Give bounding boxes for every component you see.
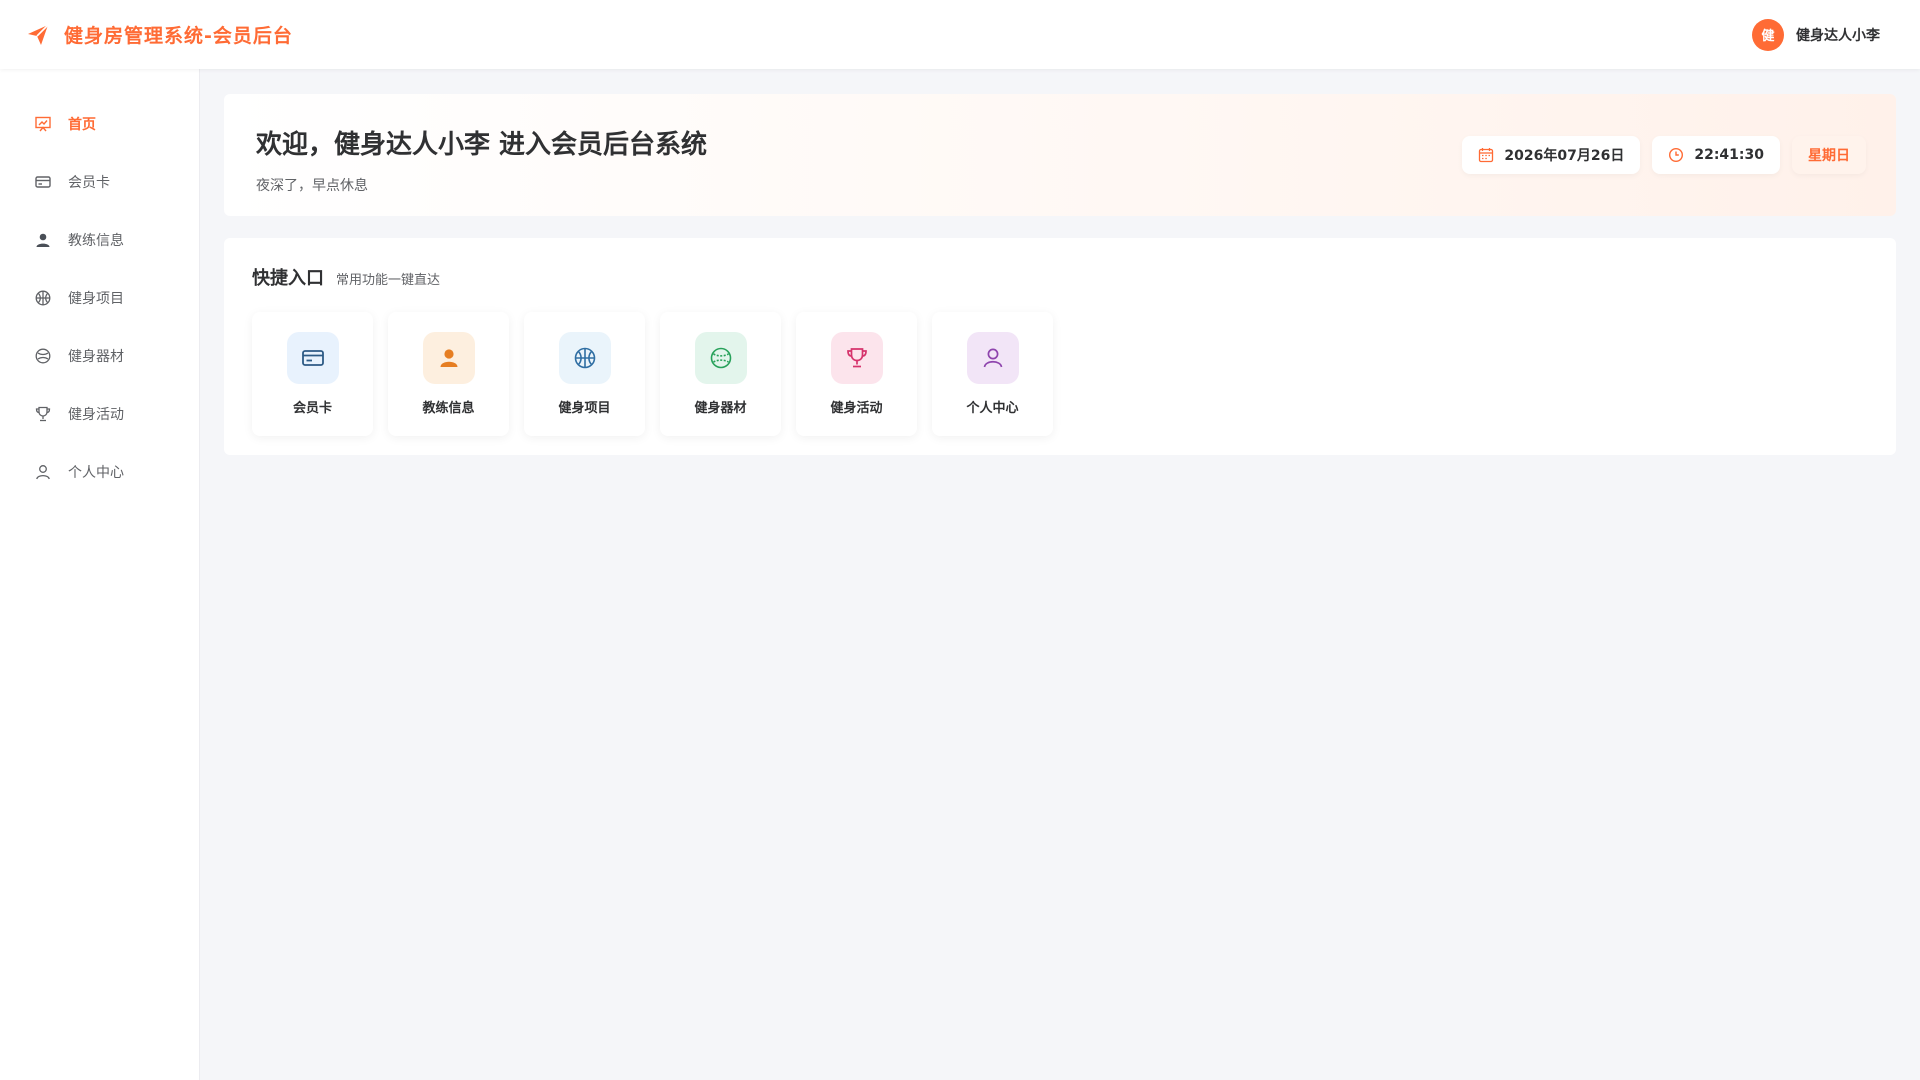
sidebar: 首页 会员卡 教练信息 健身项目 健身器材 健身活动 个人中心: [0, 69, 200, 1080]
avatar[interactable]: 健: [1752, 18, 1784, 51]
sidebar-item-label: 健身器材: [68, 349, 124, 365]
date-text: 2026年07月26日: [1504, 148, 1625, 164]
quick-access-title: 快捷入口: [252, 268, 324, 289]
ball-icon: [34, 347, 52, 365]
time-text: 22:41:30: [1694, 147, 1764, 163]
quick-tile-projects[interactable]: 健身项目: [524, 312, 645, 436]
quick-access-subtitle: 常用功能一键直达: [336, 273, 441, 288]
basketball-icon: [558, 332, 611, 384]
sidebar-item-member-card[interactable]: 会员卡: [0, 153, 199, 211]
trophy-icon: [830, 332, 883, 384]
sidebar-item-label: 健身项目: [68, 291, 124, 307]
tile-label: 会员卡: [292, 401, 332, 416]
sidebar-item-label: 首页: [68, 117, 96, 133]
quick-tile-coach[interactable]: 教练信息: [388, 312, 509, 436]
user-icon: [422, 332, 475, 384]
sidebar-item-coach[interactable]: 教练信息: [0, 211, 199, 269]
sidebar-item-label: 个人中心: [68, 465, 124, 481]
tile-label: 健身器材: [694, 401, 747, 416]
sidebar-item-home[interactable]: 首页: [0, 95, 199, 153]
user-icon: [34, 231, 52, 249]
card-icon: [34, 173, 52, 191]
calendar-icon: [1478, 147, 1494, 163]
tile-label: 健身活动: [830, 401, 883, 416]
weekday-text: 星期日: [1808, 148, 1850, 164]
sidebar-item-activities[interactable]: 健身活动: [0, 385, 199, 443]
date-chip: 2026年07月26日: [1462, 136, 1641, 174]
person-outline-icon: [34, 463, 52, 481]
datetime-group: 2026年07月26日 22:41:30 星期日: [1462, 136, 1866, 174]
main-content: 欢迎，健身达人小李 进入会员后台系统 夜深了，早点休息 2026年07月26日 …: [224, 94, 1896, 455]
card-icon: [286, 332, 339, 384]
sidebar-item-label: 健身活动: [68, 407, 124, 423]
time-chip: 22:41:30: [1652, 136, 1780, 174]
ball-icon: [694, 332, 747, 384]
quick-access-panel: 快捷入口 常用功能一键直达 会员卡 教练信息 健身项目 健身器材 健身活动 个人…: [224, 238, 1896, 455]
sidebar-item-projects[interactable]: 健身项目: [0, 269, 199, 327]
person-outline-icon: [966, 332, 1019, 384]
tile-label: 个人中心: [966, 401, 1019, 416]
tile-label: 教练信息: [422, 401, 475, 416]
trophy-icon: [34, 405, 52, 423]
user-menu[interactable]: 健 健身达人小李: [1752, 18, 1880, 51]
quick-tile-member-card[interactable]: 会员卡: [252, 312, 373, 436]
username[interactable]: 健身达人小李: [1796, 25, 1880, 45]
welcome-banner: 欢迎，健身达人小李 进入会员后台系统 夜深了，早点休息 2026年07月26日 …: [224, 94, 1896, 216]
basketball-icon: [34, 289, 52, 307]
quick-tile-profile[interactable]: 个人中心: [932, 312, 1053, 436]
quick-access-header: 快捷入口 常用功能一键直达: [252, 264, 1868, 290]
sidebar-item-label: 教练信息: [68, 233, 124, 249]
quick-access-tiles: 会员卡 教练信息 健身项目 健身器材 健身活动 个人中心: [252, 312, 1868, 436]
welcome-subtitle: 夜深了，早点休息: [256, 178, 368, 194]
quick-tile-activities[interactable]: 健身活动: [796, 312, 917, 436]
sidebar-item-equipment[interactable]: 健身器材: [0, 327, 199, 385]
quick-tile-equipment[interactable]: 健身器材: [660, 312, 781, 436]
sidebar-item-label: 会员卡: [68, 175, 110, 191]
top-header: 健身房管理系统-会员后台 健 健身达人小李: [0, 0, 1920, 69]
paper-plane-icon: [26, 23, 50, 47]
clock-icon: [1668, 147, 1684, 163]
weekday-chip: 星期日: [1792, 136, 1866, 174]
app-title: 健身房管理系统-会员后台: [64, 25, 293, 47]
brand[interactable]: 健身房管理系统-会员后台: [26, 21, 293, 48]
home-presentation-icon: [34, 115, 52, 133]
sidebar-item-profile[interactable]: 个人中心: [0, 443, 199, 501]
tile-label: 健身项目: [558, 401, 611, 416]
